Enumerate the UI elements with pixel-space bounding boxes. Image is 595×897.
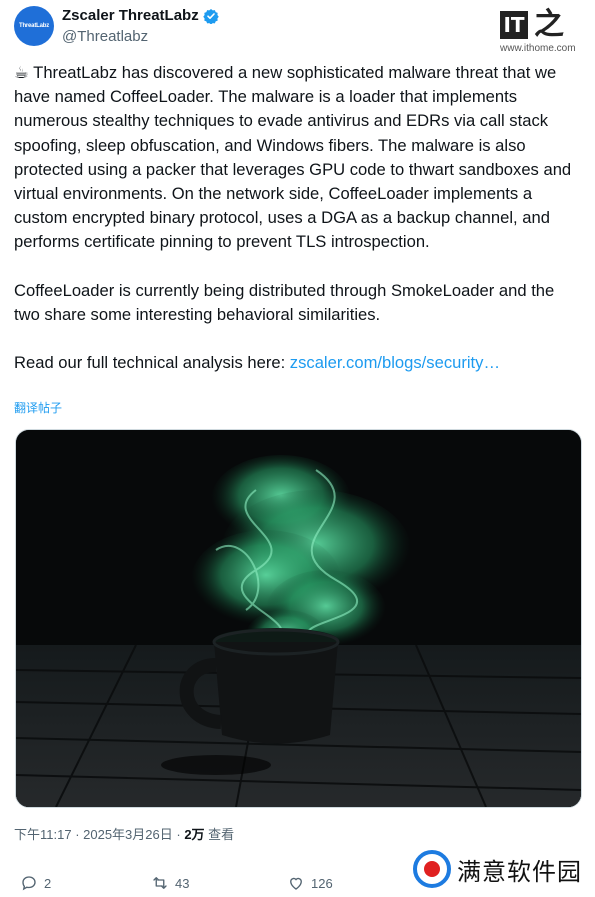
views-label: 查看 xyxy=(204,827,235,842)
analysis-link[interactable]: zscaler.com/blogs/security… xyxy=(290,353,500,372)
avatar[interactable]: ThreatLabz xyxy=(14,6,54,46)
ithome-url: www.ithome.com xyxy=(500,43,576,54)
watermark-text: 满意软件园 xyxy=(457,857,582,886)
ithome-watermark: IT 之 www.ithome.com xyxy=(500,10,586,56)
post-meta: 下午11:17 · 2025年3月26日 · 2万 查看 xyxy=(14,824,234,843)
post-text: ☕ ThreatLabz has discovered a new sophis… xyxy=(14,61,584,375)
reply-icon xyxy=(22,876,36,891)
post-actions: 2 43 126 xyxy=(20,874,333,892)
reply-count: 2 xyxy=(44,875,52,891)
site-watermark: 满意软件园 xyxy=(413,850,582,888)
post-image[interactable] xyxy=(15,429,582,808)
repost-icon xyxy=(153,877,167,889)
post-date[interactable]: 2025年3月26日 xyxy=(83,827,173,842)
views-count: 2万 xyxy=(184,827,205,842)
post-paragraph-2: CoffeeLoader is currently being distribu… xyxy=(14,280,555,324)
account-handle[interactable]: @Threatlabz xyxy=(62,28,148,45)
ithome-logo: IT 之 xyxy=(500,10,586,40)
repost-count: 43 xyxy=(175,875,190,891)
ithome-logo-char: 之 xyxy=(534,7,564,42)
translate-post-link[interactable]: 翻译帖子 xyxy=(14,399,62,416)
post-paragraph-3-text: Read our full technical analysis here: xyxy=(14,353,290,373)
account-name[interactable]: Zscaler ThreatLabz xyxy=(62,7,199,24)
heart-icon xyxy=(290,877,302,890)
reply-button[interactable]: 2 xyxy=(20,874,151,892)
post-time[interactable]: 下午11:17 xyxy=(14,827,72,842)
repost-button[interactable]: 43 xyxy=(151,874,287,892)
post-paragraph-1: ☕ ThreatLabz has discovered a new sophis… xyxy=(14,63,572,252)
account-name-row[interactable]: Zscaler ThreatLabz xyxy=(62,7,219,24)
post-paragraph-3: Read our full technical analysis here: z… xyxy=(14,351,584,375)
coffee-mug-smoke-illustration xyxy=(16,430,581,807)
ithome-logo-mark: IT xyxy=(500,11,528,39)
verified-badge-icon xyxy=(202,8,219,24)
meta-separator: · xyxy=(172,827,185,842)
meta-separator: · xyxy=(71,827,84,842)
like-count: 126 xyxy=(311,875,333,891)
watermark-logo-icon xyxy=(413,850,451,888)
like-button[interactable]: 126 xyxy=(287,874,333,892)
